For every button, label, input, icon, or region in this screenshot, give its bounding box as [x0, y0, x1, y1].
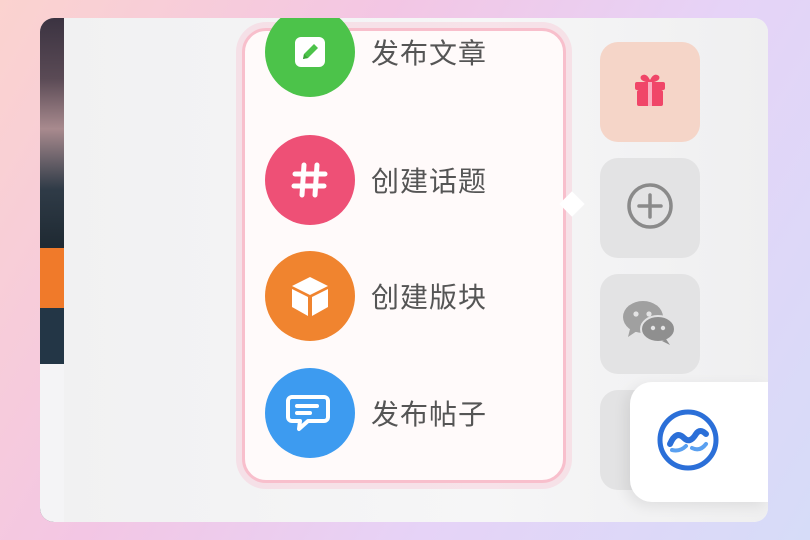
pencil-icon — [265, 18, 355, 97]
menu-item-label: 创建版块 — [371, 281, 488, 314]
wechat-button[interactable] — [600, 274, 700, 374]
plus-circle-icon — [625, 181, 675, 235]
hash-icon — [265, 135, 355, 225]
chat-bubble-icon — [265, 368, 355, 458]
create-menu-popup: 发布文章 创建话题 创建版块 发布帖子 — [242, 18, 566, 483]
menu-item-label: 创建话题 — [371, 165, 488, 198]
app-logo-button[interactable] — [630, 382, 768, 502]
add-button[interactable] — [600, 158, 700, 258]
menu-item-create-section[interactable]: 创建版块 — [265, 251, 545, 341]
menu-item-publish-post[interactable]: 发布帖子 — [265, 368, 545, 458]
menu-item-label: 发布文章 — [371, 37, 488, 70]
menu-item-create-topic[interactable]: 创建话题 — [265, 135, 545, 225]
gift-button[interactable] — [600, 42, 700, 142]
gift-icon — [627, 67, 673, 117]
content-thumbnail-strip — [40, 18, 64, 522]
menu-item-publish-article[interactable]: 发布文章 — [265, 18, 545, 97]
app-window: 发布文章 创建话题 创建版块 发布帖子 — [40, 18, 768, 522]
wechat-icon — [620, 297, 680, 351]
app-logo-icon — [656, 408, 720, 476]
menu-item-label: 发布帖子 — [371, 398, 488, 431]
cube-icon — [265, 251, 355, 341]
